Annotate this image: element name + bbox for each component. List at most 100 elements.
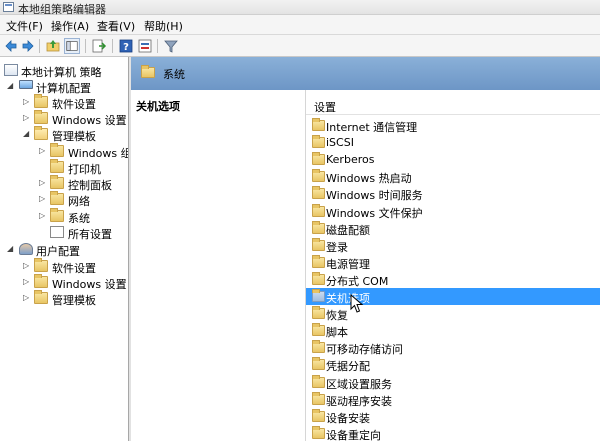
menu-action[interactable]: 操作(A) (49, 18, 91, 34)
collapsed-arrow-icon[interactable]: ▷ (39, 211, 48, 221)
list-item[interactable]: 分布式 COM (306, 271, 600, 288)
list-item[interactable]: Internet 通信管理 (306, 117, 600, 134)
tree-item-label: 打印机 (68, 163, 101, 176)
list-item[interactable]: Windows 文件保护 (306, 203, 600, 220)
title-bar: 本地组策略编辑器 (0, 0, 600, 16)
column-header-label: 设置 (314, 101, 336, 114)
folder-icon (312, 254, 325, 268)
collapsed-arrow-icon[interactable]: ▷ (39, 194, 48, 204)
list-item[interactable]: 区域设置服务 (306, 374, 600, 391)
list-item[interactable]: Kerberos (306, 151, 600, 168)
list-item-label: 可移动存储访问 (326, 343, 403, 357)
list-item-label: 凭据分配 (326, 360, 370, 374)
up-folder-icon[interactable] (45, 38, 61, 54)
folder-icon (312, 340, 325, 354)
collapsed-arrow-icon[interactable]: ▷ (23, 293, 32, 303)
expanded-arrow-icon[interactable]: ◢ (7, 244, 16, 254)
list-item[interactable]: 登录 (306, 237, 600, 254)
export-icon[interactable] (91, 38, 107, 54)
collapsed-arrow-icon[interactable]: ▷ (23, 277, 32, 287)
tree-item-label: 系统 (68, 212, 90, 225)
collapsed-arrow-icon[interactable]: ▷ (39, 178, 48, 188)
folder-icon (312, 169, 325, 183)
collapsed-arrow-icon[interactable]: ▷ (23, 261, 32, 271)
folder-icon (312, 374, 325, 388)
tree-item-label: Windows 设置 (52, 278, 127, 291)
back-icon[interactable] (3, 38, 19, 54)
collapsed-arrow-icon[interactable]: ▷ (23, 97, 32, 107)
folder-icon (50, 208, 64, 222)
forward-icon[interactable] (20, 38, 36, 54)
list-item-label: 磁盘配额 (326, 223, 370, 237)
folder-icon (312, 203, 325, 217)
column-header-settings[interactable]: 设置 (306, 95, 600, 115)
folder-icon (312, 323, 325, 337)
list-item-label: 登录 (326, 240, 348, 254)
settings-list: 设置 Internet 通信管理 iSCSI Kerberos Windows 热启动… (305, 90, 600, 441)
folder-icon (34, 94, 48, 108)
list-item-label: Windows 热启动 (326, 172, 412, 186)
list-item-label: 电源管理 (326, 257, 370, 271)
toolbar: ? (0, 35, 600, 57)
tree-item-label: 软件设置 (52, 98, 96, 111)
show-tree-icon[interactable] (64, 38, 80, 54)
settings-page-icon (50, 226, 64, 238)
folder-icon (312, 152, 325, 166)
folder-icon (50, 159, 64, 173)
list-item[interactable]: 凭据分配 (306, 356, 600, 373)
folder-icon (34, 290, 48, 304)
list-item-label: 设备安装 (326, 411, 370, 425)
list-item-label: 设备重定向 (326, 428, 381, 441)
tree-item-label: 计算机配置 (36, 82, 91, 95)
folder-icon (312, 357, 325, 371)
policy-icon (4, 64, 18, 76)
toolbar-separator (157, 39, 158, 53)
list-item[interactable]: Windows 热启动 (306, 168, 600, 185)
list-item[interactable]: Windows 时间服务 (306, 185, 600, 202)
collapsed-arrow-icon[interactable]: ▷ (39, 146, 48, 156)
content-header-title: 系统 (163, 68, 185, 81)
tree-item-label: 管理模板 (52, 294, 96, 307)
list-item[interactable]: 驱动程序安装 (306, 391, 600, 408)
list-item[interactable]: 设备安装 (306, 408, 600, 425)
tree-item-label: 网络 (68, 195, 90, 208)
folder-icon (312, 118, 325, 131)
expanded-arrow-icon[interactable]: ◢ (23, 129, 32, 139)
expanded-arrow-icon[interactable]: ◢ (7, 81, 16, 91)
tree-item-label: 管理模板 (52, 130, 96, 143)
menu-help[interactable]: 帮助(H) (142, 18, 185, 34)
open-folder-icon (34, 126, 48, 140)
description-title: 关机选项 (136, 100, 180, 113)
user-icon (19, 243, 33, 255)
filter-icon[interactable] (163, 38, 179, 54)
list-item-label: iSCSI (326, 136, 354, 150)
list-item[interactable]: 可移动存储访问 (306, 339, 600, 356)
tree-item-label: Windows 组 (68, 147, 129, 160)
list-item[interactable]: iSCSI (306, 134, 600, 151)
tree-item-label: 用户配置 (36, 245, 80, 258)
help-icon[interactable]: ? (118, 38, 134, 54)
properties-icon[interactable] (137, 38, 153, 54)
list-item[interactable]: 设备重定向 (306, 425, 600, 441)
toolbar-separator (112, 39, 113, 53)
svg-text:?: ? (123, 42, 129, 53)
menu-file[interactable]: 文件(F) (4, 18, 45, 34)
list-item[interactable]: 脚本 (306, 322, 600, 339)
content-header: 系统 (131, 57, 600, 90)
list-item[interactable]: 电源管理 (306, 254, 600, 271)
list-item-label: Windows 时间服务 (326, 189, 423, 203)
folder-icon (312, 289, 325, 302)
collapsed-arrow-icon[interactable]: ▷ (23, 113, 32, 123)
tree-item-label: 所有设置 (68, 228, 112, 241)
mouse-cursor-icon (350, 294, 364, 313)
list-item[interactable]: 磁盘配额 (306, 220, 600, 237)
folder-icon (312, 408, 325, 422)
folder-icon (50, 143, 64, 157)
folder-icon (312, 186, 325, 200)
folder-icon (312, 271, 325, 285)
menu-view[interactable]: 查看(V) (95, 18, 137, 34)
toolbar-separator (85, 39, 86, 53)
folder-icon (312, 306, 325, 320)
tree-item-label: 软件设置 (52, 262, 96, 275)
menu-bar: 文件(F) 操作(A) 查看(V) 帮助(H) (0, 15, 600, 35)
